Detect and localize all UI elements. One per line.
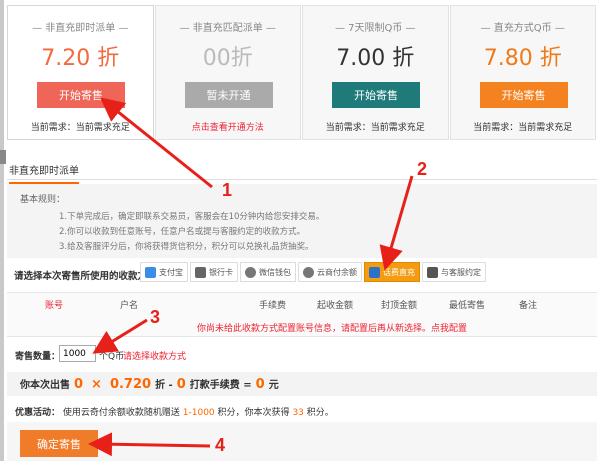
promo-label: 优惠活动： (15, 408, 61, 418)
pay-option-label: 云商付余额 (317, 267, 357, 277)
card-title: — 直充方式Q币 — (480, 23, 565, 34)
card-title: — 非直充匹配派单 — (179, 23, 276, 34)
tab-bar: 非直充即时派单 (7, 158, 597, 184)
rules-box: 基本规则： 1.下单完成后，确定即联系交易员，客服会在10分钟内给您安排交易。 … (7, 184, 597, 258)
collapse-handle[interactable] (0, 150, 6, 164)
calc-fee: 0 (176, 377, 186, 392)
wechat-icon (245, 266, 256, 278)
rule-item: 2.你可以收款到任意账号，任意户名或提与客服约定的收款方式。 (59, 227, 306, 237)
table-header: 备注 (519, 301, 538, 311)
pay-option-label: 话费直充 (383, 267, 415, 277)
account-table: 账号 户名 手续费 起收金额 封顶金额 最低寄售 备注 你尚未给此收款方式配置账… (7, 292, 597, 337)
phone-recharge-icon (369, 266, 380, 278)
calc-prefix: 你本次出售 (20, 380, 70, 391)
promo-points: 33 (292, 408, 304, 418)
card-price: 7.00 折 (336, 46, 415, 71)
table-header: 封顶金额 (381, 301, 418, 311)
view-enable-method-link[interactable]: 点击查看开通方法 (156, 120, 301, 133)
pay-option-label: 银行卡 (209, 267, 233, 277)
calc-fee-suffix: 打款手续费 = (189, 380, 252, 391)
confirm-consign-button[interactable]: 确定寄售 (20, 430, 98, 457)
card-title: — 非直充即时派单 — (32, 23, 129, 34)
quantity-unit: 个Q币 (99, 352, 125, 362)
pay-option-cloud-pay[interactable]: 云商付余额 (298, 262, 362, 282)
pay-option-phone-recharge[interactable]: 话费直充 (364, 262, 420, 282)
rule-item: 3.给及客服评分后，你将获得货信积分，积分可以兑换礼品货抽奖。 (59, 242, 314, 252)
card-nondirect-match[interactable]: — 非直充匹配派单 — 00折 暂未开通 点击查看开通方法 (154, 5, 301, 140)
card-demand-note: 当前需求：当前需求充足 (325, 123, 425, 133)
start-consign-button[interactable]: 开始寄售 (332, 82, 420, 108)
calc-qty: 0 (74, 377, 84, 392)
pay-option-label: 微信钱包 (259, 267, 291, 277)
promo-text: 积分。 (306, 408, 334, 418)
configure-account-link[interactable]: 你尚未给此收款方式配置账号信息，请配置后再从新选择。点我配置 (197, 321, 467, 334)
calc-rate: 0.720 (109, 377, 152, 392)
pay-option-label: 与客服约定 (441, 267, 481, 277)
calc-rate-suffix: 折 - (155, 380, 173, 391)
pay-option-alipay[interactable]: 支付宝 (140, 262, 188, 282)
card-price: 7.80 折 (483, 46, 562, 71)
card-demand-note: 当前需求：当前需求充足 (473, 123, 573, 133)
left-scroll-edge (0, 0, 4, 461)
pay-option-custom[interactable]: 与客服约定 (422, 262, 486, 282)
table-header: 户名 (120, 301, 139, 311)
card-direct-qcoin[interactable]: — 直充方式Q币 — 7.80 折 开始寄售 当前需求：当前需求充足 (449, 5, 596, 140)
start-consign-button[interactable]: 开始寄售 (479, 82, 568, 108)
calc-line: 你本次出售 0 × 0.720 折 - 0 打款手续费 = 0 元 (20, 376, 279, 392)
table-header: 手续费 (259, 301, 287, 311)
table-header: 最低寄售 (449, 301, 486, 311)
rule-item: 1.下单完成后，确定即联系交易员，客服会在10分钟内给您安排交易。 (59, 212, 325, 222)
price-calculation: 你本次出售 0 × 0.720 折 - 0 打款手续费 = 0 元 (7, 372, 597, 396)
mode-cards: — 非直充即时派单 — 7.20 折 开始寄售 当前需求：当前需求充足 — 非直… (7, 5, 597, 140)
table-header: 账号 (45, 301, 64, 311)
chat-icon (427, 266, 438, 278)
calc-unit: 元 (268, 380, 279, 391)
card-7day-qcoin[interactable]: — 7天限制Q币 — 7.00 折 开始寄售 当前需求：当前需求充足 (302, 5, 449, 140)
quantity-hint: 请选择收款方式 (123, 352, 187, 362)
card-title: — 7天限制Q币 — (334, 23, 416, 34)
calc-times: × (91, 377, 102, 392)
promo-line: 优惠活动： 使用云奇付余额收款随机赠送 1-1000 积分，你本次获得 33 积… (15, 405, 334, 418)
page: — 非直充即时派单 — 7.20 折 开始寄售 当前需求：当前需求充足 — 非直… (0, 0, 600, 461)
tab-nondirect-instant[interactable]: 非直充即时派单 (9, 162, 79, 184)
bank-card-icon (195, 266, 206, 278)
quantity-label: 寄售数量： (15, 352, 61, 362)
promo-text: 积分，你本次获得 (217, 408, 290, 418)
not-enabled-button[interactable]: 暂未开通 (184, 82, 273, 108)
promo-text: 使用云奇付余额收款随机赠送 (62, 408, 180, 418)
payment-options: 支付宝 银行卡 微信钱包 云商付余额 话费直充 与客服约定 (140, 262, 488, 282)
card-price: 7.20 折 (41, 46, 120, 71)
cloud-pay-icon (303, 266, 314, 278)
rules-title: 基本规则： (20, 195, 66, 205)
card-demand-note: 当前需求：当前需求充足 (30, 123, 130, 133)
pay-option-wechat[interactable]: 微信钱包 (240, 262, 296, 282)
promo-range: 1-1000 (182, 408, 215, 418)
card-price: 00折 (202, 46, 253, 71)
table-header: 起收金额 (317, 301, 354, 311)
pay-option-bank-card[interactable]: 银行卡 (190, 262, 238, 282)
start-consign-button[interactable]: 开始寄售 (37, 82, 125, 108)
pay-option-label: 支付宝 (159, 267, 183, 277)
card-nondirect-instant[interactable]: — 非直充即时派单 — 7.20 折 开始寄售 当前需求：当前需求充足 (7, 5, 154, 140)
submit-area: 确定寄售 (7, 422, 597, 461)
alipay-icon (145, 266, 156, 278)
quantity-input[interactable] (59, 345, 96, 362)
calc-total: 0 (255, 377, 265, 392)
